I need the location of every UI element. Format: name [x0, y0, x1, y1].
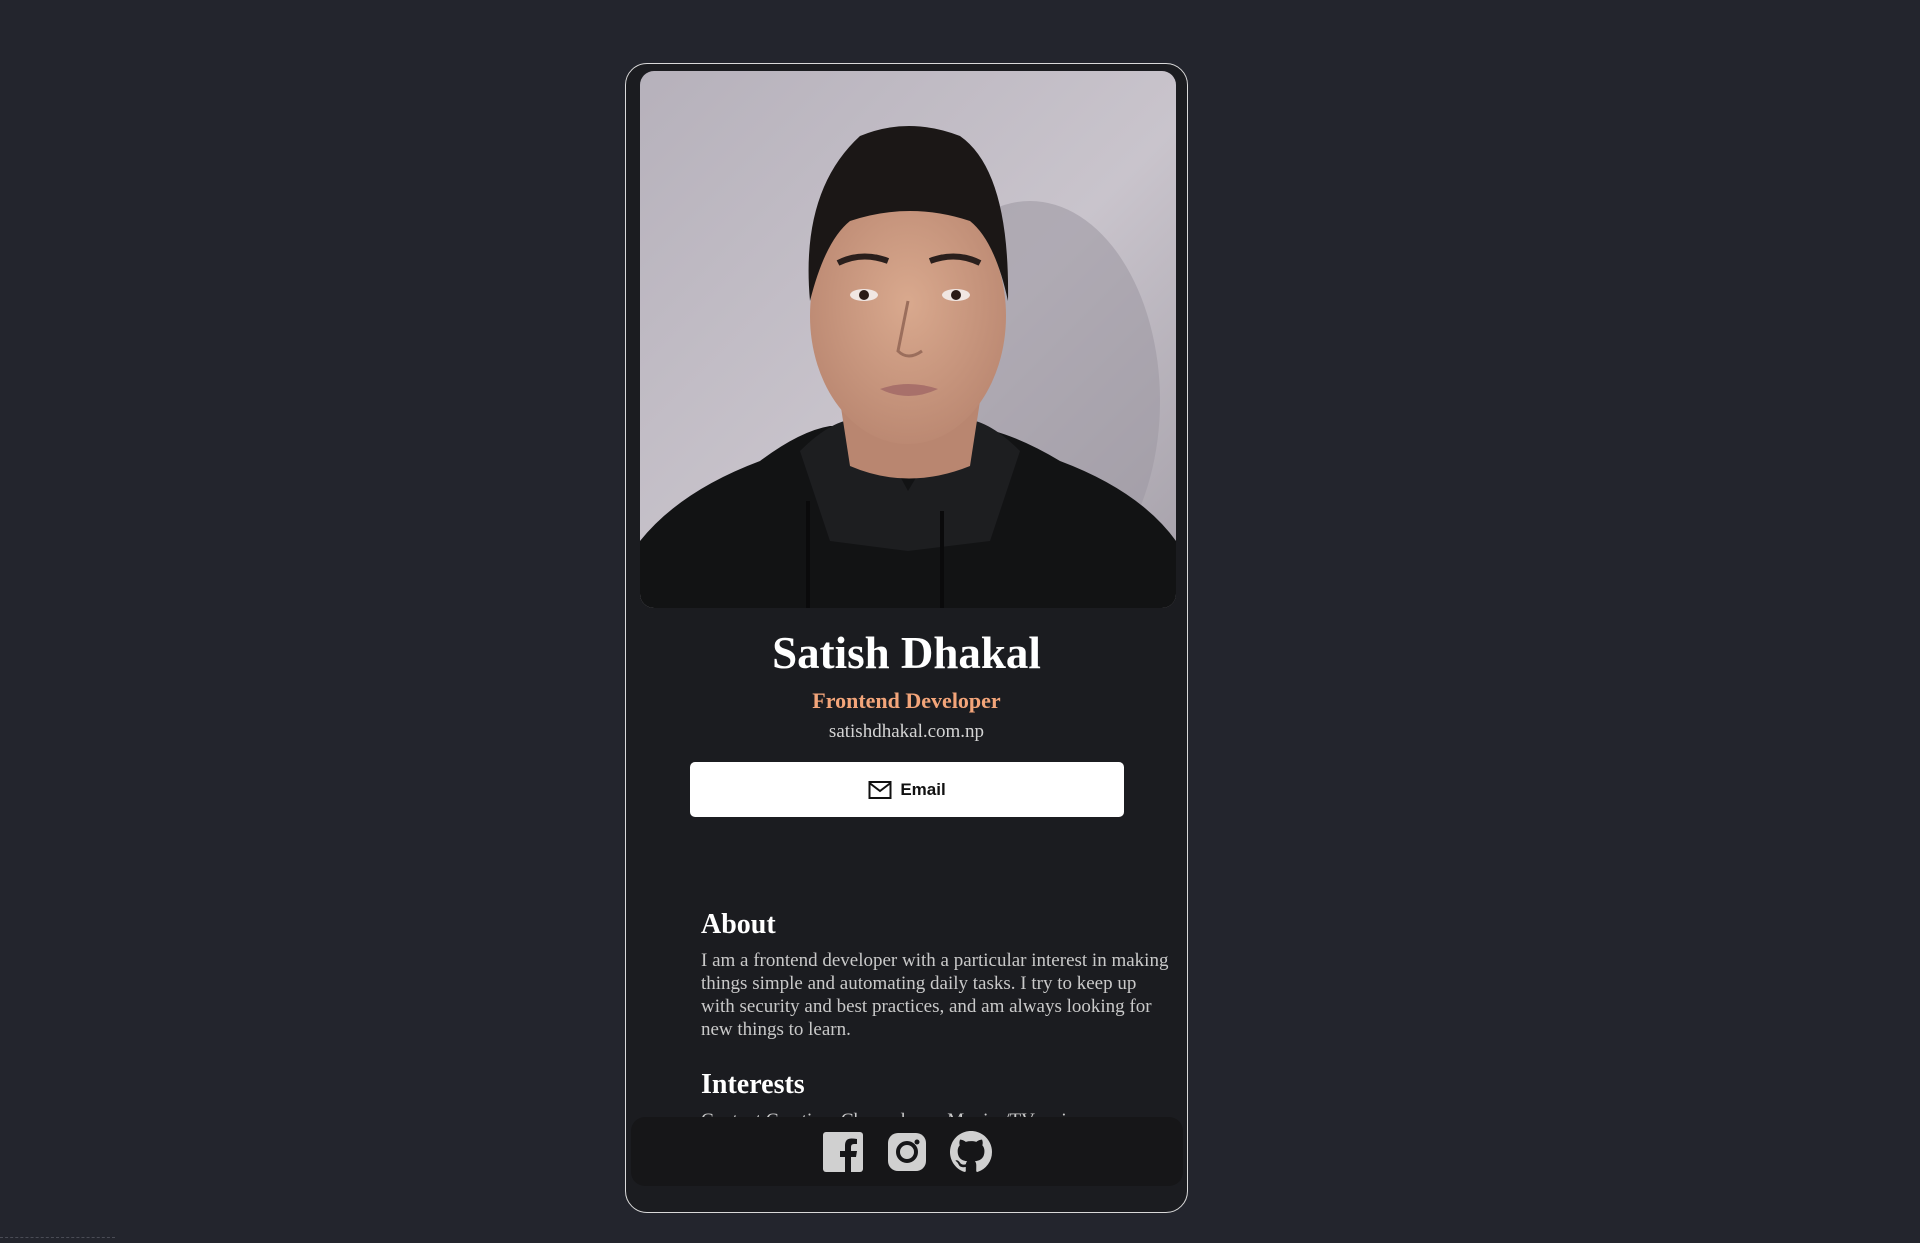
about-text: I am a frontend developer with a particu…	[701, 950, 1169, 1040]
interests-heading: Interests	[701, 1069, 805, 1100]
facebook-link[interactable]	[822, 1131, 864, 1173]
page-divider	[0, 1237, 115, 1238]
profile-name: Satish Dhakal	[772, 628, 1041, 678]
email-button[interactable]: Email	[690, 762, 1124, 817]
github-link[interactable]	[950, 1130, 992, 1173]
profile-website-link[interactable]: satishdhakal.com.np	[626, 721, 1187, 743]
social-footer	[631, 1117, 1183, 1186]
profile-card: Satish Dhakal Frontend Developer satishd…	[625, 63, 1188, 1213]
github-icon	[950, 1130, 992, 1172]
instagram-link[interactable]	[886, 1131, 928, 1173]
profile-photo-image	[640, 71, 1176, 608]
mail-icon	[868, 780, 892, 799]
email-button-label: Email	[900, 779, 946, 799]
instagram-icon	[888, 1132, 926, 1171]
about-heading: About	[701, 909, 776, 940]
profile-photo	[640, 71, 1176, 608]
profile-title: Frontend Developer	[812, 688, 1001, 713]
facebook-icon	[823, 1131, 863, 1173]
